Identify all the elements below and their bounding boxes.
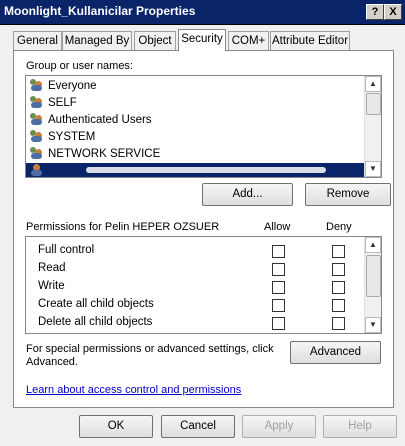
user-name: SYSTEM xyxy=(48,131,96,143)
scroll-thumb[interactable] xyxy=(366,93,381,115)
permission-read: Read xyxy=(38,262,66,274)
allow-column-label: Allow xyxy=(264,221,291,233)
list-item-everyone[interactable]: Everyone xyxy=(30,78,97,95)
apply-button[interactable]: Apply xyxy=(242,415,316,438)
special-permissions-text: For special permissions or advanced sett… xyxy=(26,343,274,368)
deny-full-control-checkbox[interactable] xyxy=(332,245,345,258)
deny-column-label: Deny xyxy=(326,221,352,233)
permissions-scrollbar[interactable]: ▲ ▼ xyxy=(364,237,381,333)
learn-access-control-link[interactable]: Learn about access control and permissio… xyxy=(26,384,241,396)
allow-create-child-checkbox[interactable] xyxy=(272,299,285,312)
allow-delete-child-checkbox[interactable] xyxy=(272,317,285,330)
close-titlebar-button[interactable]: X xyxy=(384,4,402,20)
window-title: Moonlight_Kullanicilar Properties xyxy=(4,4,196,18)
user-list-scrollbar[interactable]: ▲ ▼ xyxy=(364,76,381,177)
users-icon xyxy=(30,113,44,125)
permission-full-control: Full control xyxy=(38,244,95,256)
tab-object[interactable]: Object xyxy=(134,31,176,50)
deny-read-checkbox[interactable] xyxy=(332,263,345,276)
allow-read-checkbox[interactable] xyxy=(272,263,285,276)
users-icon xyxy=(30,96,44,108)
tab-security[interactable]: Security xyxy=(178,29,226,51)
cancel-button[interactable]: Cancel xyxy=(161,415,235,438)
scroll-up-icon[interactable]: ▲ xyxy=(365,237,381,253)
tab-general[interactable]: General xyxy=(13,31,62,50)
tab-managed-by[interactable]: Managed By xyxy=(62,31,132,50)
list-item-selected-user[interactable] xyxy=(26,163,365,177)
add-button[interactable]: Add... xyxy=(202,183,293,206)
user-name: Everyone xyxy=(48,80,97,92)
users-icon xyxy=(30,147,44,159)
deny-delete-child-checkbox[interactable] xyxy=(332,317,345,330)
ok-button[interactable]: OK xyxy=(79,415,153,438)
permission-write: Write xyxy=(38,280,65,292)
user-name: NETWORK SERVICE xyxy=(48,148,161,160)
users-icon xyxy=(30,130,44,142)
redacted-name-mark xyxy=(86,167,326,173)
allow-full-control-checkbox[interactable] xyxy=(272,245,285,258)
permissions-listbox: Full control Read Write Create all child… xyxy=(25,236,382,334)
permission-create-child: Create all child objects xyxy=(38,298,154,310)
help-button[interactable]: Help xyxy=(323,415,397,438)
scroll-up-icon[interactable]: ▲ xyxy=(365,76,381,92)
remove-button[interactable]: Remove xyxy=(305,183,391,206)
permissions-header: Permissions for Pelin HEPER OZSUER xyxy=(26,221,220,233)
list-item-network-service[interactable]: NETWORK SERVICE xyxy=(30,146,160,163)
scroll-down-icon[interactable]: ▼ xyxy=(365,161,381,177)
deny-create-child-checkbox[interactable] xyxy=(332,299,345,312)
group-user-label: Group or user names: xyxy=(26,60,133,72)
permission-delete-child: Delete all child objects xyxy=(38,316,153,328)
help-titlebar-button[interactable]: ? xyxy=(366,4,384,20)
tab-attribute-editor[interactable]: Attribute Editor xyxy=(270,31,350,50)
user-icon xyxy=(30,164,44,176)
users-icon xyxy=(30,79,44,91)
list-item-authenticated-users[interactable]: Authenticated Users xyxy=(30,112,152,129)
user-listbox[interactable]: Everyone SELF Authenticated Users SYSTEM… xyxy=(25,75,382,178)
list-item-self[interactable]: SELF xyxy=(30,95,77,112)
user-name: SELF xyxy=(48,97,77,109)
advanced-button[interactable]: Advanced xyxy=(290,341,381,364)
scroll-thumb[interactable] xyxy=(366,255,381,297)
deny-write-checkbox[interactable] xyxy=(332,281,345,294)
allow-write-checkbox[interactable] xyxy=(272,281,285,294)
user-name: Authenticated Users xyxy=(48,114,152,126)
list-item-system[interactable]: SYSTEM xyxy=(30,129,95,146)
tab-com-plus[interactable]: COM+ xyxy=(228,31,269,50)
scroll-down-icon[interactable]: ▼ xyxy=(365,317,381,333)
